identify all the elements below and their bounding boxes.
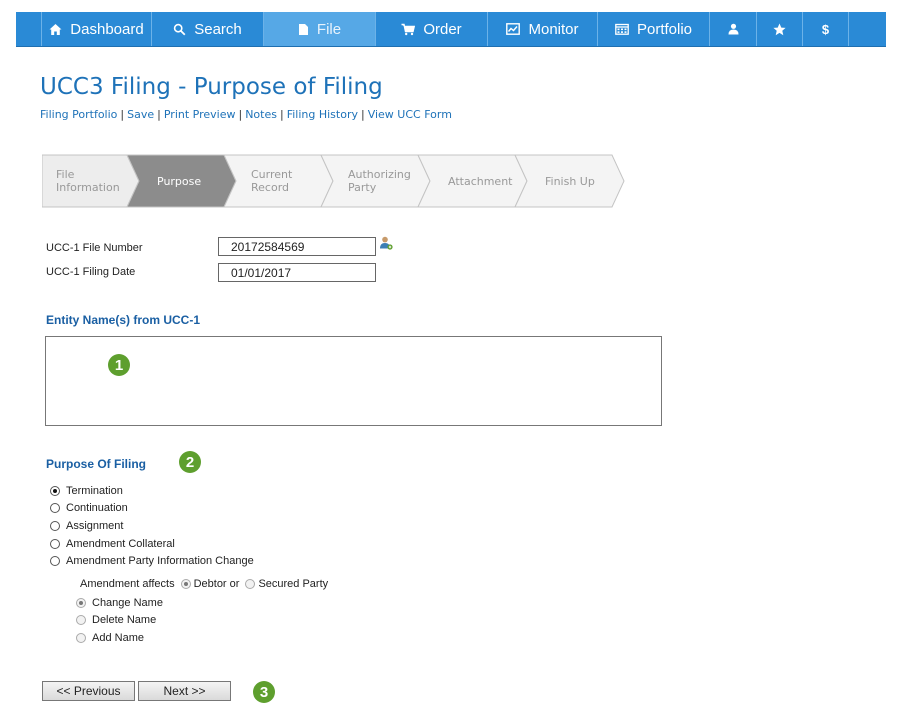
radio-assignment[interactable]	[50, 521, 60, 531]
wizard-step-label: Current	[251, 168, 293, 181]
nav-billing[interactable]: $	[803, 12, 849, 46]
option-assignment[interactable]: Assignment	[50, 520, 123, 532]
nav-search[interactable]: Search	[152, 12, 264, 46]
wizard-step-label: Authorizing	[348, 168, 411, 181]
amendment-affects-label: Amendment affects	[80, 578, 175, 590]
main-nav-bar: Dashboard Search File Order Monitor Port…	[16, 12, 886, 47]
link-filing-history[interactable]: Filing History	[287, 108, 358, 121]
wizard-step-label: Information	[56, 181, 120, 194]
radio-termination[interactable]	[50, 486, 60, 496]
link-separator: |	[279, 108, 284, 121]
radio-continuation[interactable]	[50, 503, 60, 513]
filing-wizard: File Information Purpose Current Record Autho…	[41, 154, 642, 215]
option-termination[interactable]: Termination	[50, 485, 123, 497]
radio-debtor[interactable]	[180, 579, 191, 589]
step-badge-1: 1	[108, 354, 130, 376]
link-separator: |	[120, 108, 125, 121]
link-separator: |	[238, 108, 243, 121]
wizard-step-authorizing-party[interactable]: AuthorizingParty	[320, 154, 431, 208]
cart-icon	[401, 23, 416, 36]
option-label: Amendment Party Information Change	[66, 555, 254, 567]
filing-date-label: UCC-1 Filing Date	[46, 266, 136, 278]
dollar-icon: $	[821, 21, 830, 37]
filing-date-field[interactable]: 01/01/2017	[218, 263, 376, 282]
option-label: Change Name	[92, 597, 163, 609]
monitor-icon	[506, 23, 521, 35]
purpose-section-title: Purpose Of Filing	[46, 457, 147, 471]
option-add-name[interactable]: Add Name	[76, 632, 144, 644]
nav-label: Search	[194, 20, 242, 38]
previous-button[interactable]: << Previous	[42, 681, 135, 701]
link-view-ucc-form[interactable]: View UCC Form	[368, 108, 452, 121]
option-amendment-collateral[interactable]: Amendment Collateral	[50, 538, 175, 550]
option-change-name[interactable]: Change Name	[76, 597, 163, 609]
wizard-steps: FileInformation PurposeCurrentRecordAutho…	[41, 154, 625, 208]
entity-section-title: Entity Name(s) from UCC-1	[46, 313, 201, 327]
option-label: Add Name	[92, 632, 144, 644]
nav-account[interactable]	[710, 12, 757, 46]
option-label: Termination	[66, 485, 123, 497]
link-filing-portfolio[interactable]: Filing Portfolio	[40, 108, 117, 121]
user-icon	[728, 23, 739, 35]
debtor-label: Debtor or	[193, 578, 240, 590]
amendment-affects-row: Amendment affects Debtor or Secured Part…	[80, 578, 328, 590]
wizard-step-label: Record	[251, 181, 289, 194]
calendar-icon	[615, 23, 629, 35]
wizard-step-label: Purpose	[157, 175, 201, 188]
entity-names-textarea[interactable]	[45, 336, 662, 426]
nav-file[interactable]: File	[264, 12, 376, 46]
link-separator: |	[360, 108, 365, 121]
option-continuation[interactable]: Continuation	[50, 502, 128, 514]
radio-add-name[interactable]	[76, 633, 86, 643]
star-icon	[773, 23, 786, 36]
secured-party-label: Secured Party	[258, 578, 329, 590]
home-icon	[49, 23, 62, 36]
radio-delete-name[interactable]	[76, 615, 86, 625]
wizard-step-label: Finish Up	[545, 175, 595, 188]
file-number-label: UCC-1 File Number	[46, 242, 143, 254]
option-delete-name[interactable]: Delete Name	[76, 614, 156, 626]
link-print-preview[interactable]: Print Preview	[164, 108, 236, 121]
page-links: Filing Portfolio | Save | Print Preview | Note…	[40, 108, 452, 121]
search-icon	[173, 23, 186, 36]
nav-label: Portfolio	[636, 20, 693, 38]
link-save[interactable]: Save	[127, 108, 154, 121]
option-label: Delete Name	[92, 614, 157, 626]
nav-label: File	[316, 20, 342, 38]
option-label: Continuation	[66, 502, 128, 514]
page-title: UCC3 Filing - Purpose of Filing	[40, 74, 383, 100]
nav-monitor[interactable]: Monitor	[488, 12, 598, 46]
wizard-step-file-information[interactable]: FileInformation	[41, 154, 140, 208]
wizard-step-label: Party	[348, 181, 377, 194]
file-icon	[298, 23, 309, 36]
wizard-step-attachment[interactable]: Attachment	[417, 154, 528, 208]
step-badge-3: 3	[253, 681, 275, 703]
wizard-step-label: Attachment	[448, 175, 513, 188]
wizard-step-current-record[interactable]: CurrentRecord	[223, 154, 334, 208]
radio-amendment-party[interactable]	[50, 556, 60, 566]
option-label: Assignment	[66, 520, 124, 532]
nav-label: Order	[423, 20, 462, 38]
wizard-step-purpose[interactable]: Purpose	[126, 154, 237, 208]
option-amendment-party[interactable]: Amendment Party Information Change	[50, 555, 254, 567]
radio-secured-party[interactable]	[245, 579, 256, 589]
wizard-step-label: File	[56, 168, 75, 181]
radio-change-name[interactable]	[76, 598, 86, 608]
nav-dashboard[interactable]: Dashboard	[42, 12, 152, 46]
nav-portfolio[interactable]: Portfolio	[598, 12, 710, 46]
link-notes[interactable]: Notes	[245, 108, 277, 121]
user-lookup-icon[interactable]	[379, 236, 393, 255]
radio-amendment-collateral[interactable]	[50, 539, 60, 549]
nav-label: Monitor	[528, 20, 579, 38]
nav-label: Dashboard	[70, 20, 144, 38]
next-button[interactable]: Next >>	[138, 681, 231, 701]
nav-favorites[interactable]	[757, 12, 803, 46]
link-separator: |	[157, 108, 161, 121]
wizard-step-finish-up[interactable]: Finish Up	[514, 154, 625, 208]
file-number-field[interactable]: 20172584569	[218, 237, 376, 256]
nav-order[interactable]: Order	[376, 12, 488, 46]
option-label: Amendment Collateral	[66, 538, 175, 550]
step-badge-2: 2	[179, 451, 201, 473]
